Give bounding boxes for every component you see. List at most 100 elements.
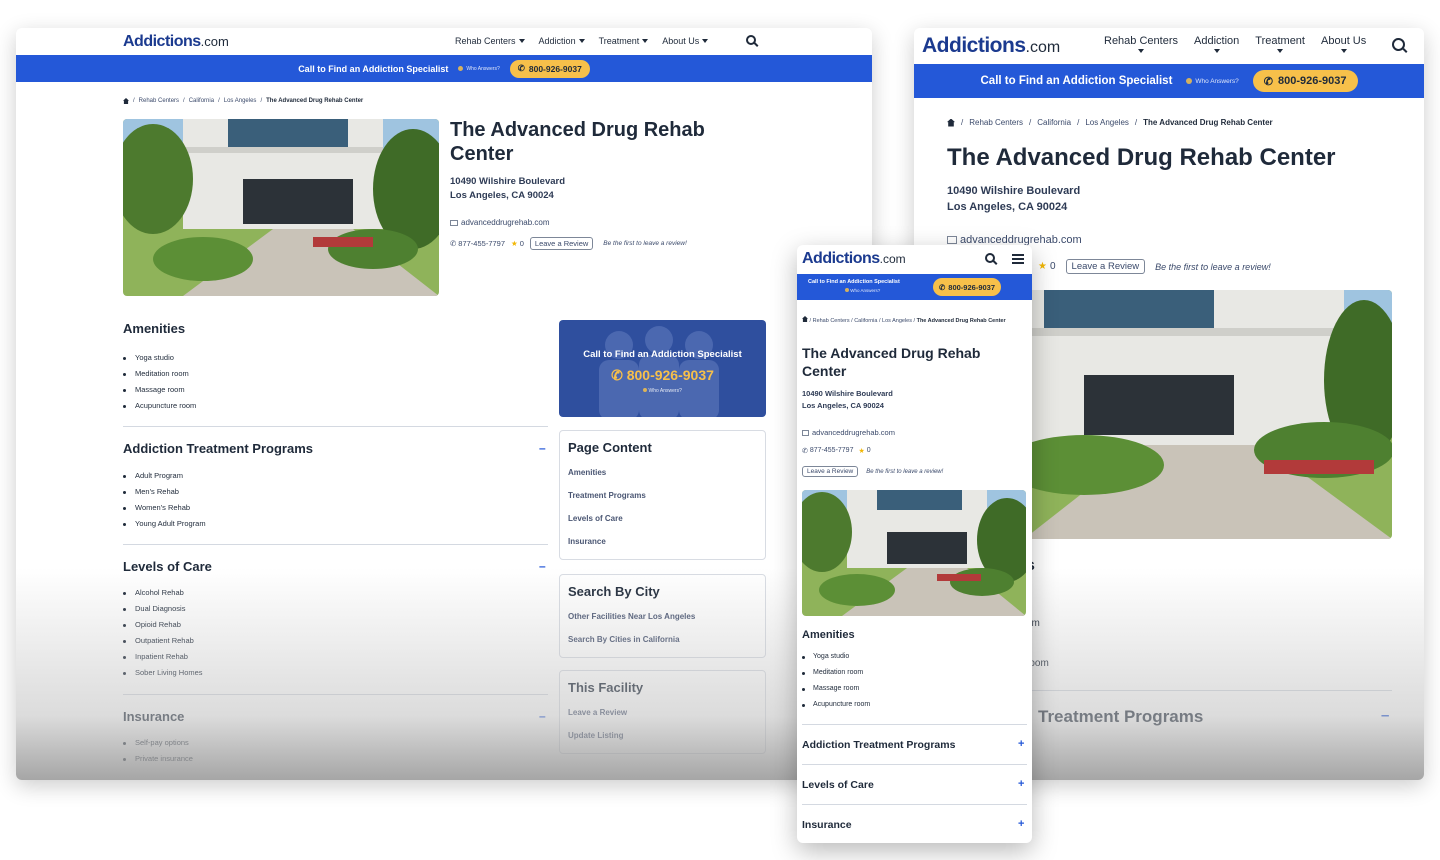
divider [802, 724, 1027, 725]
toc-link[interactable]: Amenities [568, 468, 757, 477]
review-prompt: Be the first to leave a review! [603, 240, 687, 247]
card-title: This Facility [568, 680, 644, 695]
web-icon [450, 219, 458, 226]
site-logo[interactable]: Addictions.com [802, 250, 906, 268]
home-icon[interactable] [802, 316, 808, 322]
search-icon[interactable] [1392, 38, 1405, 51]
review-row: Leave a Review Be the first to leave a r… [802, 466, 943, 477]
nav-label: About Us [662, 36, 700, 46]
toc-link[interactable]: Treatment Programs [568, 491, 757, 500]
who-answers-text: Who Answers? [850, 288, 881, 293]
crumb-sep: / [878, 318, 881, 324]
list-item: Alcohol Rehab [123, 585, 203, 601]
toc-link[interactable]: Insurance [568, 537, 757, 546]
crumb-sep: / [961, 118, 964, 127]
crumb-los-angeles[interactable]: Los Angeles [882, 318, 912, 324]
logo-main: Addictions [802, 250, 880, 267]
chevron-down-icon [702, 39, 709, 43]
levels-accordion[interactable]: Levels of Care [802, 779, 874, 791]
page-content-card: Page Content Amenities Treatment Program… [559, 430, 766, 560]
crumb-current: The Advanced Drug Rehab Center [1143, 118, 1273, 127]
who-answers-link[interactable]: Who Answers? [1186, 78, 1239, 85]
facility-website[interactable]: advanceddrugrehab.com [450, 218, 550, 227]
banner-phone-button[interactable]: ✆ 800-926-9037 [1252, 70, 1358, 92]
address-city: Los Angeles, CA 90024 [450, 190, 554, 201]
nav-treatment[interactable]: Treatment [599, 36, 649, 46]
crumb-rehab-centers[interactable]: Rehab Centers [139, 98, 179, 104]
facility-link[interactable]: Update Listing [568, 731, 757, 740]
who-answers-link[interactable]: Who Answers? [458, 66, 500, 72]
facility-contact-row: ✆ 877-455-7797 ★ 0 Leave a Review Be the f… [450, 237, 687, 250]
programs-list: Adult Program Men's Rehab Women's Rehab … [123, 468, 206, 532]
city-link[interactable]: Search By Cities in California [568, 635, 757, 644]
toc-link[interactable]: Levels of Care [568, 514, 757, 523]
crumb-california[interactable]: California [189, 98, 214, 104]
who-answers-link[interactable]: Who Answers? [845, 288, 880, 293]
crumb-los-angeles[interactable]: Los Angeles [224, 98, 257, 104]
facility-website[interactable]: advanceddrugrehab.com [802, 428, 895, 437]
facility-photo [1024, 290, 1392, 539]
leave-review-button[interactable]: Leave a Review [1065, 259, 1146, 274]
search-icon[interactable] [985, 253, 995, 263]
programs-expand-toggle[interactable]: + [1018, 738, 1024, 750]
logo-main: Addictions [922, 34, 1026, 57]
card-title: Search By City [568, 584, 660, 599]
divider [802, 764, 1027, 765]
divider [123, 694, 548, 695]
mobile-view: Addictions.com Call to Find an Addiction… [797, 245, 1032, 843]
phone-link[interactable]: ✆ 877-455-7797 [802, 447, 853, 455]
info-icon [458, 66, 464, 71]
nav-label: About Us [1321, 35, 1367, 47]
insurance-expand-toggle[interactable]: + [1018, 818, 1024, 830]
crumb-california[interactable]: California [1037, 118, 1071, 127]
levels-collapse-toggle[interactable]: – [539, 559, 546, 573]
home-icon[interactable] [947, 118, 955, 127]
crumb-california[interactable]: California [854, 318, 877, 324]
rating: ★ 0 [858, 447, 870, 455]
nav-addiction[interactable]: Addiction [1194, 35, 1239, 53]
website-text: advanceddrugrehab.com [461, 218, 550, 227]
crumb-rehab-centers[interactable]: Rehab Centers [969, 118, 1023, 127]
site-logo[interactable]: Addictions.com [123, 33, 229, 51]
crumb-sep: / [851, 318, 853, 324]
cta-phone[interactable]: ✆ 800-926-9037 [559, 367, 766, 384]
nav-rehab-centers[interactable]: Rehab Centers [455, 36, 525, 46]
banner-phone-number: 800-926-9037 [948, 282, 996, 292]
nav-about-us[interactable]: About Us [1321, 35, 1366, 53]
nav-addiction[interactable]: Addiction [539, 36, 585, 46]
website-text: advanceddrugrehab.com [812, 428, 895, 437]
levels-heading: Levels of Care [123, 559, 212, 574]
site-logo[interactable]: Addictions.com [922, 34, 1060, 58]
phone-link[interactable]: ✆ 877-455-7797 [450, 239, 505, 248]
programs-collapse-toggle[interactable]: – [539, 441, 546, 455]
insurance-collapse-toggle[interactable]: – [539, 709, 546, 723]
phone-icon: ✆ [802, 448, 808, 455]
programs-collapse-toggle[interactable]: – [1381, 707, 1389, 724]
sidebar-cta[interactable]: Call to Find an Addiction Specialist ✆ 8… [559, 320, 766, 417]
breadcrumb: / Rehab Centers / California / Los Angel… [947, 118, 1273, 127]
menu-icon[interactable] [1012, 254, 1024, 264]
banner-phone-number: 800-926-9037 [528, 63, 582, 74]
main-nav: Rehab Centers Addiction Treatment About … [1104, 35, 1366, 53]
search-icon[interactable] [746, 35, 756, 45]
programs-accordion[interactable]: Addiction Treatment Programs [802, 739, 955, 751]
crumb-rehab-centers[interactable]: Rehab Centers [813, 318, 850, 324]
crumb-los-angeles[interactable]: Los Angeles [1085, 118, 1129, 127]
insurance-accordion[interactable]: Insurance [802, 819, 852, 831]
city-link[interactable]: Other Facilities Near Los Angeles [568, 612, 757, 621]
nav-about-us[interactable]: About Us [662, 36, 709, 46]
leave-review-button[interactable]: Leave a Review [802, 466, 859, 477]
nav-treatment[interactable]: Treatment [1255, 35, 1305, 53]
cta-who-answers[interactable]: Who Answers? [559, 388, 766, 394]
facility-address: 10490 Wilshire Boulevard Los Angeles, CA… [947, 183, 1080, 215]
leave-review-button[interactable]: Leave a Review [529, 237, 594, 250]
phone-icon: ✆ [450, 239, 457, 248]
facility-link[interactable]: Leave a Review [568, 708, 757, 717]
banner-phone-button[interactable]: ✆ 800-926-9037 [509, 59, 590, 78]
levels-expand-toggle[interactable]: + [1018, 778, 1024, 790]
banner-phone-button[interactable]: ✆ 800-926-9037 [933, 278, 1002, 296]
home-icon[interactable] [123, 98, 129, 104]
list-item: Inpatient Rehab [123, 649, 203, 665]
nav-rehab-centers[interactable]: Rehab Centers [1104, 35, 1178, 53]
crumb-current: The Advanced Drug Rehab Center [916, 318, 1006, 324]
